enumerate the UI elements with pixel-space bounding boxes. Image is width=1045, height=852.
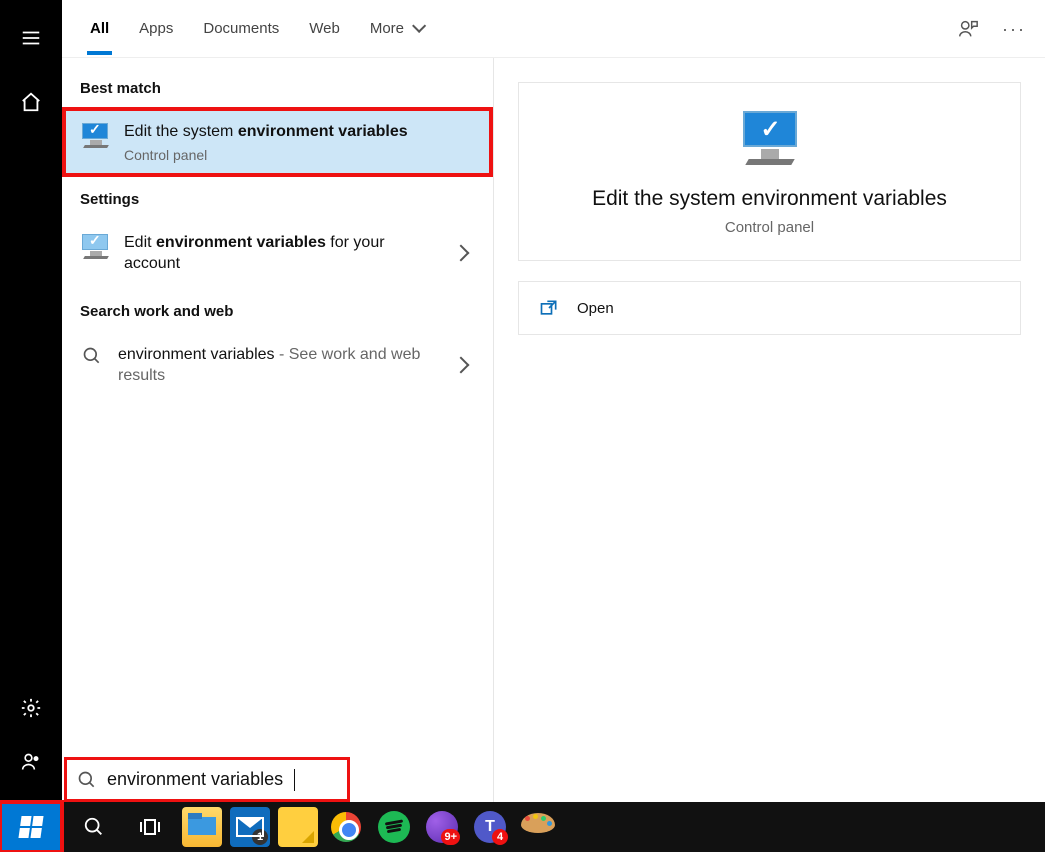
taskbar-app-spotify[interactable] [374, 807, 414, 847]
search-input[interactable]: environment variables [64, 757, 350, 802]
result-edit-system-env-vars[interactable]: Edit the system environment variables Co… [62, 107, 493, 177]
preview-card: Edit the system environment variables Co… [518, 82, 1021, 261]
tab-more[interactable]: More [370, 10, 422, 47]
search-tabs: All Apps Documents Web More ··· [62, 0, 1045, 58]
tab-more-label: More [370, 20, 404, 37]
taskbar-app-paint[interactable] [518, 807, 558, 847]
badge: 9+ [441, 829, 460, 845]
taskbar-app-file-explorer[interactable] [182, 807, 222, 847]
start-menu-rail [0, 0, 62, 802]
taskbar: 1 9+ T 4 [0, 802, 1045, 852]
taskbar-search-button[interactable] [70, 807, 118, 847]
preview-column: Edit the system environment variables Co… [494, 58, 1045, 802]
taskbar-app-purple[interactable]: 9+ [422, 807, 462, 847]
feedback-icon[interactable] [957, 18, 979, 40]
preview-title: Edit the system environment variables [592, 187, 947, 211]
preview-subtitle: Control panel [725, 219, 814, 236]
action-open-label: Open [577, 300, 614, 317]
search-input-value: environment variables [107, 769, 283, 790]
start-button[interactable] [0, 802, 62, 852]
tab-apps[interactable]: Apps [139, 10, 173, 47]
windows-logo-icon [18, 816, 43, 838]
tab-web[interactable]: Web [309, 10, 340, 47]
results-column: Best match Edit the system environment v… [62, 58, 494, 802]
action-open[interactable]: Open [539, 298, 1000, 318]
tab-documents[interactable]: Documents [203, 10, 279, 47]
section-work-web: Search work and web [62, 289, 493, 330]
control-panel-icon [80, 123, 110, 147]
gear-icon[interactable] [11, 688, 51, 728]
control-panel-icon [735, 111, 805, 169]
hamburger-icon[interactable] [11, 18, 51, 58]
home-icon[interactable] [11, 82, 51, 122]
chevron-right-icon[interactable] [447, 351, 475, 379]
taskbar-app-chrome[interactable] [326, 807, 366, 847]
search-icon [77, 770, 97, 790]
search-panel: All Apps Documents Web More ··· Best mat… [62, 0, 1045, 802]
result-title: environment variables - See work and web… [118, 344, 433, 387]
result-subtitle: Control panel [124, 147, 475, 163]
badge: 4 [492, 829, 508, 845]
taskbar-app-teams[interactable]: T 4 [470, 807, 510, 847]
text-caret [294, 769, 295, 791]
mail-badge: 1 [252, 829, 268, 845]
section-best-match: Best match [62, 66, 493, 107]
result-edit-env-vars-account[interactable]: Edit environment variables for your acco… [62, 218, 493, 289]
account-icon[interactable] [11, 742, 51, 782]
more-options-icon[interactable]: ··· [1003, 18, 1025, 40]
chevron-down-icon [412, 19, 426, 33]
settings-icon [80, 234, 110, 258]
chevron-right-icon[interactable] [447, 239, 475, 267]
result-title: Edit the system environment variables [124, 121, 475, 143]
taskbar-app-sticky-notes[interactable] [278, 807, 318, 847]
taskbar-taskview-button[interactable] [126, 807, 174, 847]
preview-actions: Open [518, 281, 1021, 335]
section-settings: Settings [62, 177, 493, 218]
open-icon [539, 298, 559, 318]
tab-all[interactable]: All [90, 10, 109, 47]
result-title: Edit environment variables for your acco… [124, 232, 433, 275]
search-icon [80, 344, 104, 368]
taskbar-app-mail[interactable]: 1 [230, 807, 270, 847]
result-web-search[interactable]: environment variables - See work and web… [62, 330, 493, 401]
